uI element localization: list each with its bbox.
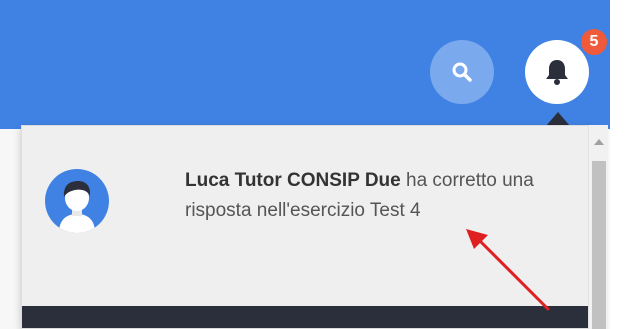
top-bar — [0, 0, 610, 129]
notifications-dropdown: Luca Tutor CONSIP Due ha corretto una ri… — [21, 125, 591, 329]
bell-icon — [546, 60, 568, 85]
user-avatar-icon — [45, 169, 109, 233]
dropdown-scrollbar[interactable] — [588, 125, 608, 329]
scroll-up-arrow-icon[interactable] — [594, 139, 604, 145]
notification-text: Luca Tutor CONSIP Due ha corretto una ri… — [185, 166, 545, 226]
search-icon — [452, 62, 472, 82]
page-background — [610, 0, 631, 329]
scroll-thumb[interactable] — [592, 161, 606, 329]
notification-actor: Luca Tutor CONSIP Due — [185, 170, 401, 191]
search-button[interactable] — [430, 40, 494, 104]
notification-item[interactable]: Luca Tutor CONSIP Due ha corretto una ri… — [22, 126, 588, 276]
dropdown-footer — [22, 306, 588, 328]
notifications-button[interactable] — [525, 40, 589, 104]
dropdown-caret — [546, 112, 570, 126]
app-frame: 5 Luca Tutor CONSIP Due ha corretto una … — [0, 0, 631, 329]
notification-count-badge: 5 — [579, 27, 609, 57]
